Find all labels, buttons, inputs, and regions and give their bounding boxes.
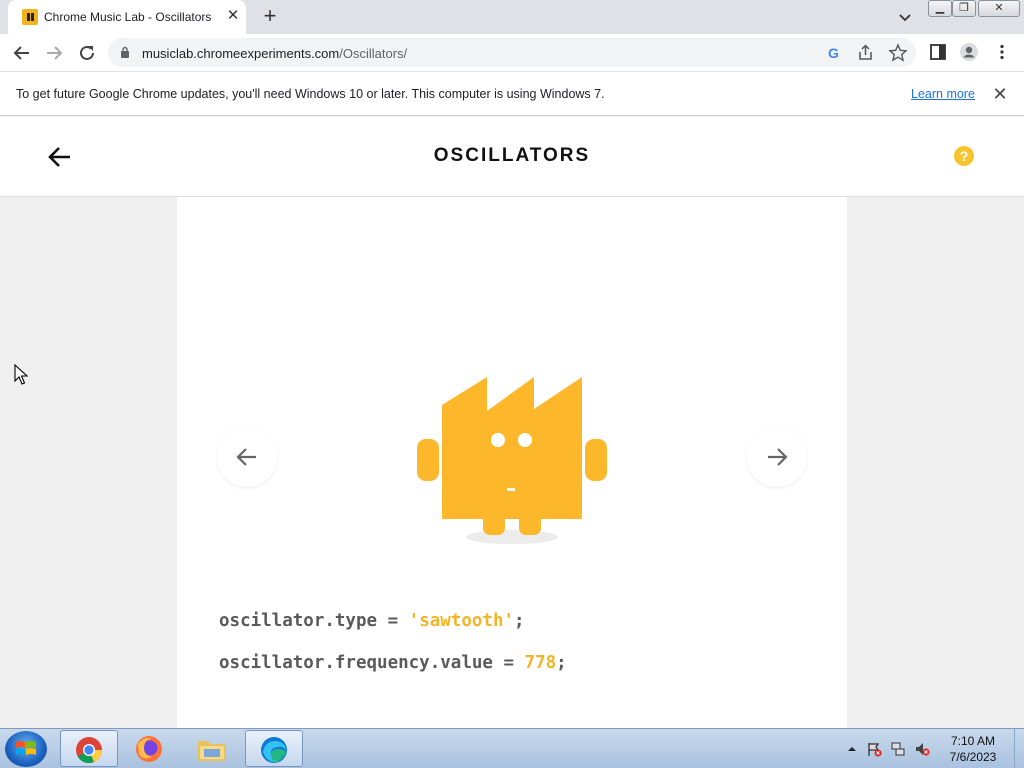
svg-text:G: G [828,45,839,61]
oscillator-frequency-value: 778 [524,653,557,673]
update-infobar: To get future Google Chrome updates, you… [0,71,1024,116]
minimize-button[interactable]: ▁ [928,0,952,17]
share-icon[interactable] [856,43,876,63]
chrome-icon [76,737,102,764]
help-icon[interactable]: ? [954,146,974,166]
clock-date: 7/6/2023 [949,750,997,764]
back-icon[interactable] [9,40,35,66]
oscillator-card: oscillator.type = 'sawtooth'; oscillator… [177,197,847,728]
volume-muted-icon[interactable] [914,741,930,757]
previous-oscillator-button[interactable] [217,427,277,487]
profile-avatar-icon[interactable] [959,42,979,62]
address-bar[interactable]: musiclab.chromeexperiments.com/Oscillato… [108,38,916,67]
browser-toolbar: musiclab.chromeexperiments.com/Oscillato… [0,34,1024,71]
show-desktop-button[interactable] [1014,729,1024,768]
oscillator-type-value: 'sawtooth' [408,611,515,631]
close-infobar-icon[interactable]: ✕ [990,84,1010,104]
windows-taskbar: 7:10 AM 7/6/2023 [0,728,1024,768]
infobar-message: To get future Google Chrome updates, you… [16,87,605,101]
sawtooth-character-icon[interactable] [417,373,609,547]
reload-icon[interactable] [74,40,100,66]
start-button[interactable] [5,731,47,767]
clock-time: 7:10 AM [950,734,996,748]
taskbar-chrome[interactable] [60,730,118,767]
taskbar-file-explorer[interactable] [183,730,241,767]
arrow-right-icon [768,448,788,466]
action-center-flag-icon[interactable] [866,741,882,757]
taskbar-clock[interactable]: 7:10 AM 7/6/2023 [936,733,1010,765]
network-icon[interactable] [890,741,906,757]
bookmark-star-icon[interactable] [888,43,908,63]
forward-icon[interactable] [41,40,67,66]
app-header: OSCILLATORS ? [0,117,1024,197]
windows-logo-icon [16,741,36,755]
tab-search-chevron-icon[interactable] [896,8,914,26]
lock-icon[interactable] [120,46,130,58]
mouse-cursor-icon [14,364,28,385]
oscillator-type-code: oscillator.type = 'sawtooth'; [219,611,525,631]
show-hidden-icons-icon[interactable] [844,741,860,757]
menu-kebab-icon[interactable] [992,42,1012,62]
firefox-icon [136,736,162,762]
oscillator-frequency-code: oscillator.frequency.value = 778; [219,653,567,673]
window-controls: ▁ ❐ ✕ [928,0,1020,18]
page-title: OSCILLATORS [433,145,591,166]
google-lens-icon[interactable]: G [824,43,844,63]
tab-strip: Chrome Music Lab - Oscillators ✕ + ▁ ❐ ✕ [0,0,1024,34]
browser-tab[interactable]: Chrome Music Lab - Oscillators ✕ [8,0,246,34]
main-content: oscillator.type = 'sawtooth'; oscillator… [0,197,1024,728]
learn-more-link[interactable]: Learn more [911,87,975,101]
next-oscillator-button[interactable] [747,427,807,487]
edge-icon [261,737,287,763]
file-explorer-icon [198,741,226,761]
arrow-left-icon [236,448,256,466]
new-tab-button[interactable]: + [258,5,282,29]
close-window-button[interactable]: ✕ [978,0,1020,17]
side-panel-icon[interactable] [928,42,948,62]
taskbar-edge[interactable] [245,730,303,767]
music-lab-favicon-icon [22,9,38,25]
tab-title: Chrome Music Lab - Oscillators [44,10,212,24]
taskbar-firefox[interactable] [121,730,179,767]
url-text[interactable]: musiclab.chromeexperiments.com/Oscillato… [142,46,407,61]
close-tab-icon[interactable]: ✕ [224,7,242,25]
restore-button[interactable]: ❐ [952,0,976,17]
